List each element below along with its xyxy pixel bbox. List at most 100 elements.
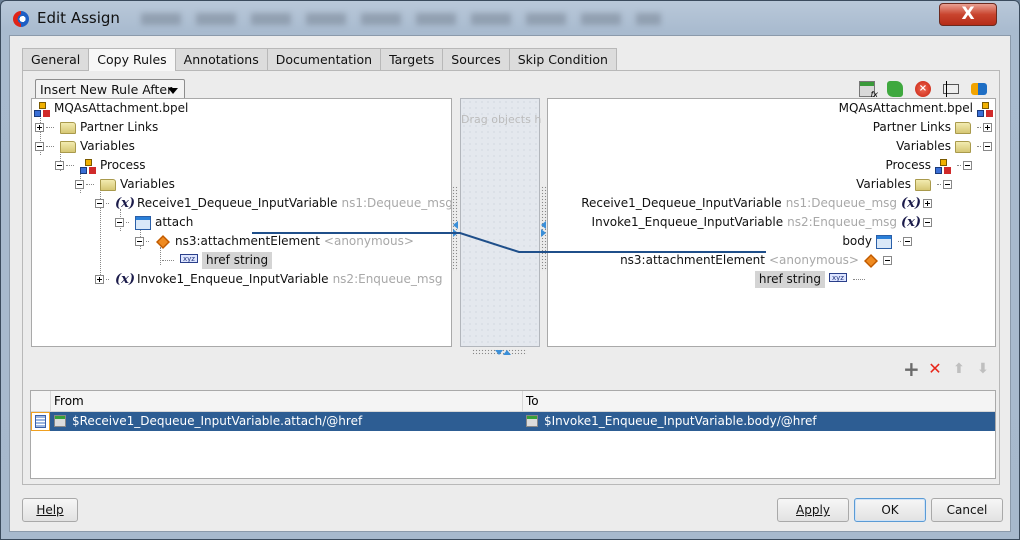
collapse-left-icon[interactable] — [453, 221, 458, 229]
collapse-icon[interactable] — [115, 218, 124, 227]
node-label: Invoke1_Enqueue_InputVariable — [591, 215, 784, 229]
column-header-from[interactable]: From — [50, 391, 522, 412]
collapse-icon[interactable] — [75, 180, 84, 189]
tree-node-body[interactable]: body — [842, 232, 912, 251]
collapse-icon[interactable] — [135, 237, 144, 246]
expand-right-icon[interactable] — [541, 229, 546, 237]
process-icon — [935, 158, 951, 174]
node-label: MQAsAttachment.bpel — [838, 101, 973, 115]
tree-node-variables[interactable]: Variables — [896, 137, 992, 156]
folder-open-icon — [100, 178, 116, 191]
tree-node-variables[interactable]: Variables — [35, 137, 135, 156]
tree-node-process-variables[interactable]: Variables — [75, 175, 175, 194]
folder-open-icon — [955, 140, 971, 153]
table-row[interactable]: $Receive1_Dequeue_InputVariable.attach/@… — [31, 412, 995, 431]
collapse-icon[interactable] — [963, 161, 972, 170]
node-label: ns3:attachmentElement — [175, 234, 320, 248]
source-tree[interactable]: MQAsAttachment.bpel Partner Links Variab… — [31, 98, 452, 347]
drag-drop-area[interactable]: Drag objects here — [460, 98, 541, 347]
node-label: Variables — [120, 177, 175, 191]
node-type: ns2:Enqueue_msg — [787, 215, 897, 229]
column-header-to[interactable]: To — [522, 391, 995, 412]
node-label: href string — [754, 271, 825, 288]
link-icon[interactable] — [971, 83, 987, 95]
collapse-icon[interactable] — [883, 256, 892, 265]
delete-rule-icon[interactable]: ✕ — [927, 361, 943, 377]
drag-hint-text: Drag objects here — [461, 113, 541, 126]
tree-node-receive-variable[interactable]: (x) Receive1_Dequeue_InputVariable ns1:D… — [95, 194, 451, 213]
tree-node-href-target[interactable]: href string xyz — [754, 270, 867, 289]
process-icon — [977, 101, 993, 117]
tab-documentation[interactable]: Documentation — [266, 48, 382, 70]
from-cell[interactable]: $Receive1_Dequeue_InputVariable.attach/@… — [50, 412, 522, 431]
tree-node-process-variables[interactable]: Variables — [856, 175, 952, 194]
node-label: Receive1_Dequeue_InputVariable — [581, 196, 782, 210]
collapse-icon[interactable] — [903, 237, 912, 246]
cancel-button[interactable]: Cancel — [931, 498, 1003, 522]
tree-node-process[interactable]: Process — [885, 156, 972, 175]
from-value: $Receive1_Dequeue_InputVariable.attach/@… — [72, 414, 363, 428]
expand-right-icon[interactable] — [453, 229, 458, 237]
collapse-down-icon[interactable] — [495, 350, 503, 355]
tree-node-root[interactable]: MQAsAttachment.bpel — [839, 99, 993, 118]
target-tree[interactable]: MQAsAttachment.bpel Partner Links Variab… — [547, 98, 996, 347]
delete-icon[interactable]: × — [915, 81, 931, 97]
collapse-icon[interactable] — [923, 218, 932, 227]
collapse-icon[interactable] — [55, 161, 64, 170]
attribute-icon: xyz — [180, 254, 198, 263]
collapse-icon[interactable] — [983, 142, 992, 151]
tree-node-receive-variable[interactable]: Receive1_Dequeue_InputVariable ns1:Deque… — [581, 194, 932, 213]
tree-node-process[interactable]: Process — [55, 156, 146, 175]
collapse-icon[interactable] — [95, 199, 104, 208]
attribute-icon: xyz — [829, 273, 847, 282]
apply-button[interactable]: Apply — [777, 498, 849, 522]
node-label: Receive1_Dequeue_InputVariable — [137, 196, 338, 210]
close-button[interactable]: X — [939, 3, 997, 26]
tab-copy-rules[interactable]: Copy Rules — [88, 48, 176, 71]
tree-node-invoke-variable[interactable]: (x) Invoke1_Enqueue_InputVariable ns2:En… — [95, 270, 442, 289]
tree-node-partner-links[interactable]: Partner Links — [873, 118, 992, 137]
tree-node-attachment-element[interactable]: ns3:attachmentElement <anonymous> — [135, 232, 414, 251]
xpath-expression-icon — [526, 415, 538, 427]
expression-icon[interactable] — [943, 81, 959, 97]
tree-node-invoke-variable[interactable]: Invoke1_Enqueue_InputVariable ns2:Enqueu… — [592, 213, 932, 232]
expand-icon[interactable] — [35, 123, 44, 132]
ok-button[interactable]: OK — [854, 498, 926, 522]
tab-general[interactable]: General — [22, 48, 90, 70]
title-bar[interactable]: Edit Assign X — [1, 1, 1019, 35]
tab-skip-condition[interactable]: Skip Condition — [508, 48, 617, 70]
expand-up-icon[interactable] — [503, 350, 511, 355]
tab-targets[interactable]: Targets — [380, 48, 444, 70]
node-label: Partner Links — [80, 120, 159, 134]
puzzle-icon[interactable] — [887, 81, 903, 97]
collapse-icon[interactable] — [35, 142, 44, 151]
to-cell[interactable]: $Invoke1_Enqueue_InputVariable.body/@hre… — [522, 412, 995, 431]
add-rule-icon[interactable]: + — [903, 359, 920, 379]
tree-node-partner-links[interactable]: Partner Links — [35, 118, 158, 137]
expand-icon[interactable] — [923, 199, 932, 208]
variable-icon: (x) — [115, 271, 136, 287]
element-icon — [156, 234, 170, 249]
tree-node-attach[interactable]: attach — [115, 213, 193, 232]
expand-icon[interactable] — [95, 275, 104, 284]
tree-node-root[interactable]: MQAsAttachment.bpel — [34, 99, 188, 118]
collapse-icon[interactable] — [943, 180, 952, 189]
node-label: Process — [100, 158, 146, 172]
message-part-icon — [876, 234, 892, 249]
xpath-expression-icon — [54, 415, 66, 427]
tree-node-href-source[interactable]: xyz href string — [160, 251, 273, 270]
node-label: MQAsAttachment.bpel — [54, 101, 189, 115]
node-label: body — [842, 234, 872, 248]
tree-node-attachment-element[interactable]: ns3:attachmentElement <anonymous> — [620, 251, 892, 270]
tab-sources[interactable]: Sources — [442, 48, 510, 70]
move-up-icon[interactable]: ⬆ — [951, 361, 967, 377]
expand-icon[interactable] — [983, 123, 992, 132]
tab-annotations[interactable]: Annotations — [174, 48, 268, 70]
xpath-expression-icon[interactable] — [859, 81, 878, 99]
folder-icon — [60, 121, 76, 134]
help-label: Help — [36, 503, 64, 517]
help-button[interactable]: Help — [22, 498, 78, 522]
collapse-left-icon[interactable] — [541, 221, 546, 229]
copy-rules-table[interactable]: From To $Receive1_Dequeue_InputVariable.… — [30, 390, 996, 479]
move-down-icon[interactable]: ⬇ — [975, 361, 991, 377]
